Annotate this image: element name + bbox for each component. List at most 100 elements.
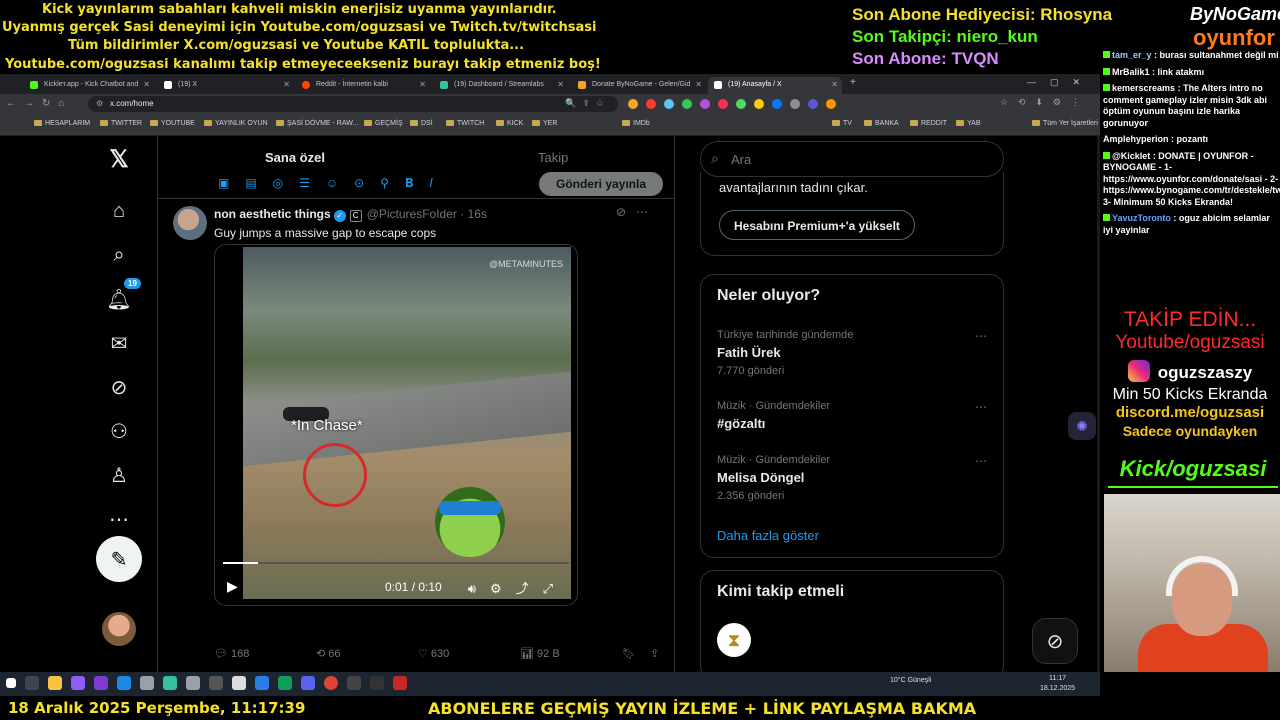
extension-icon[interactable] (682, 99, 692, 109)
streamlabs-icon[interactable] (163, 676, 177, 690)
app-icon[interactable] (71, 676, 85, 690)
tab-kicklet[interactable]: Kickleт.app - Kick Chatbot and ✕ (24, 77, 154, 94)
close-icon[interactable]: ✕ (283, 80, 290, 89)
start-icon[interactable] (6, 678, 16, 688)
app-icon[interactable] (255, 676, 269, 690)
profile-icon[interactable]: ♙ (106, 462, 132, 488)
repost-button[interactable]: ⟲ 66 (316, 647, 341, 660)
tab-reddit[interactable]: Reddit - İnternetin kalbi ✕ (296, 77, 430, 94)
trend-item[interactable]: Müzik · Gündemdekiler #gözaltı ⋯ (717, 400, 987, 431)
extension-icon[interactable] (628, 99, 638, 109)
bookmark[interactable]: GEÇMİŞ (364, 120, 403, 127)
show-more-link[interactable]: Daha fazla göster (717, 528, 819, 543)
more-icon[interactable]: ⋯ (975, 400, 987, 414)
extension-icon[interactable] (718, 99, 728, 109)
taskbar-clock[interactable]: 11:17 18.12.2025 (1040, 674, 1075, 694)
app-icon[interactable] (140, 676, 154, 690)
tweet-handle[interactable]: @PicturesFoIder (367, 207, 457, 221)
notifications-icon[interactable]: 🔔︎ 19 (106, 278, 141, 312)
bookmark[interactable]: YER (532, 120, 557, 127)
grok-icon[interactable]: ⊘ (106, 374, 132, 400)
camera-icon[interactable] (186, 676, 200, 690)
more-icon[interactable]: ⋯ (975, 329, 987, 343)
tab-streamlabs[interactable]: (19) Dashboard / Streamlabs ✕ (434, 77, 568, 94)
extension-icon[interactable] (754, 99, 764, 109)
search-input[interactable]: ⌕ Ara (700, 141, 1004, 177)
app-icon[interactable] (209, 676, 223, 690)
search-icon[interactable]: ⌕ (106, 242, 132, 268)
more-icon[interactable]: ⋯ (975, 454, 987, 468)
tweet-avatar[interactable] (173, 206, 207, 240)
tab-following[interactable]: Takip (538, 150, 568, 165)
discord-icon[interactable] (301, 676, 315, 690)
post-compose-button[interactable]: ✎ (96, 536, 142, 582)
site-info-icon[interactable]: ⚙ (96, 99, 103, 108)
composer-toolbar-icons[interactable]: ▣▤◎☰☺⊙⚲𝐁𝐼 (218, 176, 449, 191)
nav-buttons[interactable]: ←→↻⌂ (6, 98, 72, 109)
browser-menu-icons[interactable]: ☆⟲⬇⚙⋮ (1000, 97, 1090, 108)
app-icon[interactable] (370, 676, 384, 690)
extension-icon[interactable] (664, 99, 674, 109)
search-icon[interactable] (25, 676, 39, 690)
tweet-author-name[interactable]: non aesthetic things (214, 207, 331, 221)
x-logo-icon[interactable]: 𝕏 (106, 146, 132, 173)
views-button[interactable]: 📊︎ 92 B (520, 647, 560, 660)
close-icon[interactable]: ✕ (557, 80, 564, 89)
tab-bynogame[interactable]: Donate ByNoGame - Gelen/Gid ✕ (572, 77, 706, 94)
more-icon[interactable]: ⋯ (106, 506, 132, 532)
bookmark[interactable]: BANKA (864, 120, 899, 127)
bookmark-icon[interactable]: 🔖︎ (622, 647, 636, 660)
tab-x[interactable]: (19) X ✕ (158, 77, 294, 94)
address-bar[interactable]: ⚙ x.com/home 🔍⇪☆ (88, 96, 618, 112)
file-explorer-icon[interactable] (48, 676, 62, 690)
window-controls[interactable]: —▢✕ (1027, 77, 1094, 88)
extension-icon[interactable] (772, 99, 782, 109)
tweet-more-icons[interactable]: ⊘⋯ (616, 205, 658, 219)
premium-upgrade-button[interactable]: Hesabını Premium+'a yükselt (719, 210, 915, 240)
bookmark[interactable]: TWITTER (100, 120, 142, 127)
extension-icon[interactable] (736, 99, 746, 109)
bookmark[interactable]: KICK (496, 120, 523, 127)
communities-icon[interactable]: ⚇ (106, 418, 132, 444)
bookmark[interactable]: YAB (956, 120, 981, 127)
taskbar-weather[interactable]: 10°C Güneşli (890, 677, 931, 684)
extension-icon[interactable] (646, 99, 656, 109)
bookmark[interactable]: TV (832, 120, 852, 127)
bookmark[interactable]: IMDb (622, 120, 650, 127)
edge-icon[interactable] (278, 676, 292, 690)
obs-icon[interactable] (232, 676, 246, 690)
bookmark[interactable]: HESAPLARIM (34, 120, 90, 127)
close-icon[interactable]: ✕ (831, 80, 838, 89)
bookmark[interactable]: YOUTUBE (150, 120, 195, 127)
bookmark-all[interactable]: Tüm Yer İşaretleri (1032, 120, 1098, 127)
onenote-icon[interactable] (94, 676, 108, 690)
messages-icon[interactable]: ✉ (106, 330, 132, 356)
home-icon[interactable]: ⌂ (106, 198, 132, 224)
video-progress-bar[interactable] (223, 562, 569, 564)
close-icon[interactable]: ✕ (695, 80, 702, 89)
trend-item[interactable]: Türkiye tarihinde gündemde Fatih Ürek 7.77… (717, 329, 987, 377)
close-icon[interactable]: ✕ (419, 80, 426, 89)
bookmark[interactable]: TWITCH (446, 120, 484, 127)
post-button[interactable]: Gönderi yayınla (539, 172, 663, 196)
new-tab-button[interactable]: + (850, 77, 856, 88)
tweet[interactable]: non aesthetic things ✓ C @PicturesFoIder · … (158, 198, 674, 672)
close-icon[interactable]: ✕ (143, 80, 150, 89)
bookmark[interactable]: ŞASİ DÖVME - RAW... (276, 120, 358, 127)
tab-x-home[interactable]: (19) Anasayfa / X ✕ (708, 77, 842, 94)
app-icon[interactable] (347, 676, 361, 690)
grok-float-button[interactable]: ⊘ (1032, 618, 1078, 664)
video-player[interactable]: @METAMINUTES *In Chase* ▶ 0:01 / 0:10 🔊︎… (214, 244, 578, 606)
app-icon[interactable] (117, 676, 131, 690)
bookmark[interactable]: REDDIT (910, 120, 947, 127)
extension-icon[interactable] (790, 99, 800, 109)
video-control-icons[interactable]: 🔊︎⚙⤴⤢ (468, 578, 567, 597)
extension-icon[interactable] (700, 99, 710, 109)
extension-icon[interactable] (808, 99, 818, 109)
suggested-account-avatar[interactable]: ⧗ (717, 623, 751, 657)
extension-icon[interactable] (826, 99, 836, 109)
reply-button[interactable]: 💬︎ 168 (214, 647, 249, 660)
account-avatar[interactable] (102, 612, 136, 646)
grok-orb-icon[interactable]: ✺ (1068, 412, 1096, 440)
bookmark[interactable]: DSİ (410, 120, 433, 127)
